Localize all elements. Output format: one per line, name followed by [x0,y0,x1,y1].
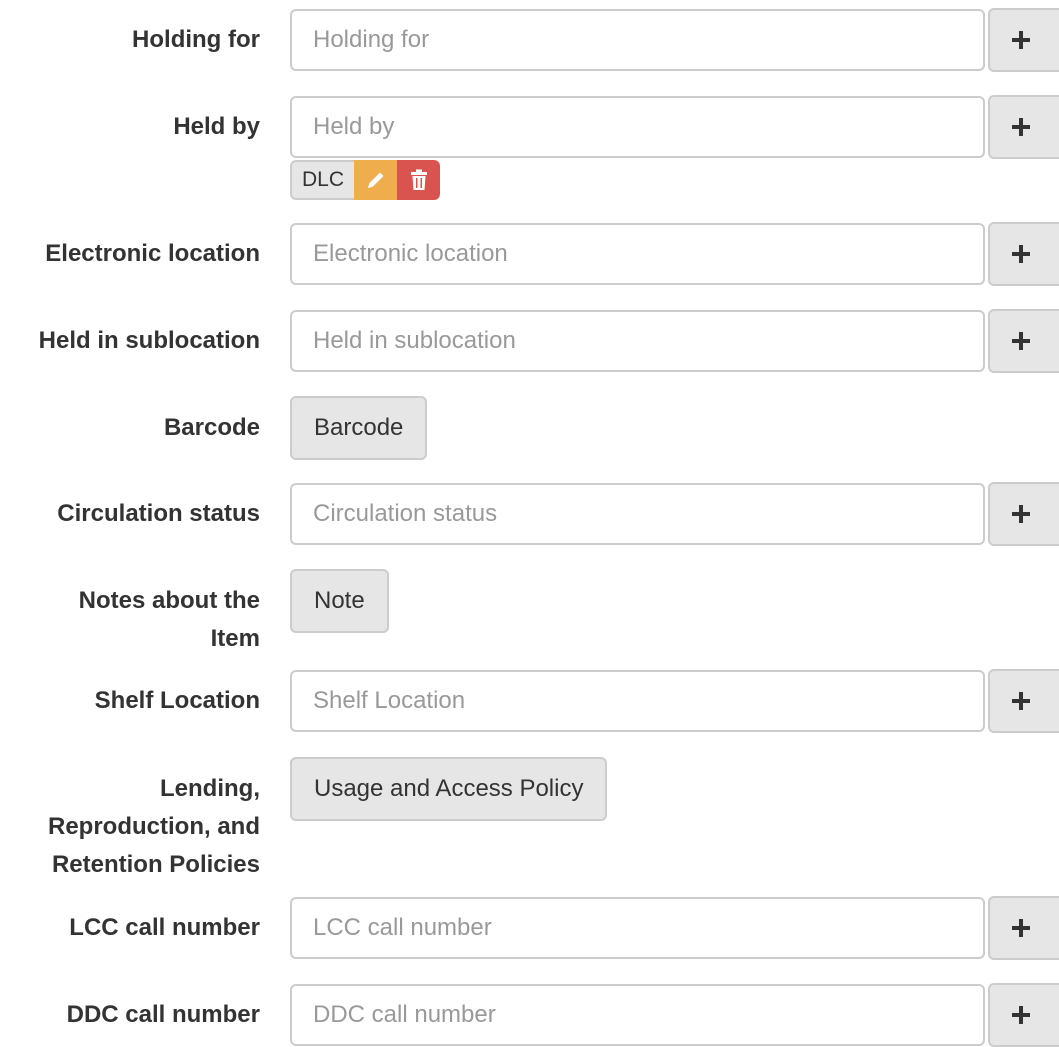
usage-access-policy-button[interactable]: Usage and Access Policy [290,757,608,821]
circulation-status-add-button[interactable] [988,482,1059,546]
holding-for-label: Holding for [132,26,260,53]
pencil-icon [367,172,384,188]
plus-icon [1012,31,1030,49]
plus-icon [1012,118,1030,136]
held-by-tag-edit-button[interactable] [354,160,398,200]
plus-icon [1012,245,1030,263]
plus-icon [1012,692,1030,710]
held-in-sublocation-input[interactable] [290,310,985,372]
lcc-call-number-label: LCC call number [69,914,260,941]
notes-label: Notes about the Item [10,582,260,658]
barcode-button[interactable]: Barcode [290,396,428,460]
notes-label-line-1: Notes about the [78,587,260,614]
circulation-status-input[interactable] [290,483,985,545]
electronic-location-label: Electronic location [45,240,260,267]
note-button[interactable]: Note [290,569,389,633]
held-in-sublocation-add-button[interactable] [988,309,1059,373]
lcc-call-number-add-button[interactable] [988,896,1059,960]
electronic-location-add-button[interactable] [988,222,1059,286]
barcode-label: Barcode [163,414,260,441]
held-by-input[interactable] [290,96,985,158]
held-by-tag: DLC [290,160,441,200]
lcc-call-number-input[interactable] [290,897,985,959]
plus-icon [1012,505,1030,523]
policies-label-line-1: Lending, [160,775,260,802]
circulation-status-label: Circulation status [57,500,260,527]
held-by-label: Held by [173,113,260,140]
ddc-call-number-input[interactable] [290,984,985,1046]
holding-for-add-button[interactable] [988,8,1059,72]
shelf-location-label: Shelf Location [94,687,260,714]
shelf-location-input[interactable] [290,670,985,732]
ddc-call-number-add-button[interactable] [988,983,1059,1047]
plus-icon [1012,1006,1030,1024]
held-by-add-button[interactable] [988,95,1059,159]
electronic-location-input[interactable] [290,223,985,285]
notes-label-line-2: Item [210,625,260,652]
held-by-tag-delete-button[interactable] [397,160,441,200]
holding-for-input[interactable] [290,9,985,71]
plus-icon [1012,332,1030,350]
shelf-location-add-button[interactable] [988,669,1059,733]
ddc-call-number-label: DDC call number [66,1001,260,1028]
policies-label: Lending, Reproduction, and Retention Pol… [10,770,260,884]
trash-icon [410,169,427,190]
held-by-tag-label: DLC [290,160,355,200]
policies-label-line-3: Retention Policies [51,851,260,878]
policies-label-line-2: Reproduction, and [48,813,260,840]
held-in-sublocation-label: Held in sublocation [38,327,260,354]
plus-icon [1012,919,1030,937]
